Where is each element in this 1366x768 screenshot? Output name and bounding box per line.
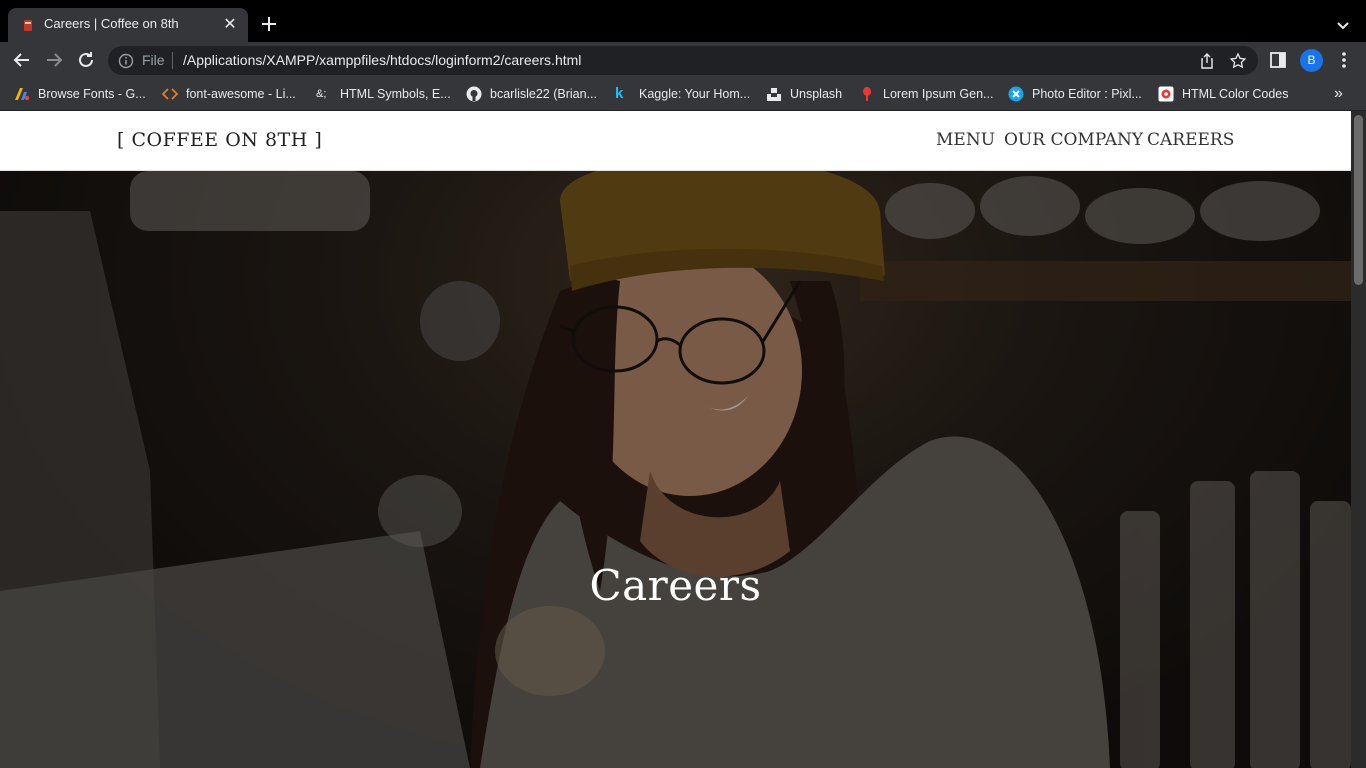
hero-background-photo [0, 171, 1351, 768]
site-header: [ COFFEE ON 8TH ] MENU OUR COMPANY CAREE… [0, 111, 1351, 171]
page-title: Careers [589, 561, 762, 610]
github-icon [466, 86, 482, 102]
bookmark-item[interactable]: &; HTML Symbols, E... [316, 85, 451, 103]
reload-icon[interactable] [74, 48, 98, 72]
browser-tab[interactable]: Careers | Coffee on 8th ✕ [8, 8, 248, 42]
bookmark-label: HTML Symbols, E... [340, 87, 451, 101]
bookmark-item[interactable]: Browse Fonts - G... [14, 85, 146, 103]
hero-banner: Careers [0, 171, 1351, 768]
bookmark-item[interactable]: font-awesome - Li... [162, 85, 296, 103]
bookmark-label: Photo Editor : Pixl... [1032, 87, 1142, 101]
bookmark-item[interactable]: Photo Editor : Pixl... [1008, 85, 1142, 103]
bookmark-label: bcarlisle22 (Brian... [490, 87, 597, 101]
browser-toolbar: File /Applications/XAMPP/xamppfiles/htdo… [0, 42, 1366, 78]
bookmark-label: Unsplash [790, 87, 843, 101]
bookmark-item[interactable]: Unsplash [766, 85, 842, 103]
google-fonts-icon [15, 88, 30, 101]
url-text[interactable]: /Applications/XAMPP/xamppfiles/htdocs/lo… [183, 52, 581, 68]
chevron-down-icon[interactable] [1332, 14, 1354, 36]
divider [172, 52, 173, 69]
close-tab-icon[interactable]: ✕ [220, 15, 240, 35]
share-icon[interactable] [1198, 52, 1216, 70]
nav-link-careers[interactable]: CAREERS [1147, 130, 1234, 150]
bookmark-item[interactable]: HTML Color Codes [1158, 85, 1289, 103]
tab-title: Careers | Coffee on 8th [44, 16, 179, 31]
nav-link-our-company[interactable]: OUR COMPANY [1004, 130, 1143, 150]
star-icon[interactable] [1229, 52, 1247, 70]
forward-icon[interactable] [42, 48, 66, 72]
bookmark-item[interactable]: k Kaggle: Your Hom... [615, 85, 750, 103]
address-bar[interactable]: File /Applications/XAMPP/xamppfiles/htdo… [108, 46, 1258, 75]
bookmark-label: font-awesome - Li... [186, 87, 296, 101]
site-logo[interactable]: [ COFFEE ON 8TH ] [117, 129, 322, 151]
code-icon [162, 88, 178, 100]
lorem-icon [863, 87, 871, 101]
bookmarks-overflow-icon[interactable]: » [1334, 85, 1343, 103]
nav-link-menu[interactable]: MENU [936, 130, 995, 150]
color-codes-icon [1158, 86, 1174, 102]
profile-avatar[interactable]: B [1300, 49, 1323, 72]
pixlr-icon [1008, 86, 1024, 102]
scrollbar[interactable] [1351, 111, 1366, 768]
scrollbar-thumb[interactable] [1354, 115, 1363, 285]
bookmark-label: Kaggle: Your Hom... [639, 87, 751, 101]
bookmark-item[interactable]: Lorem Ipsum Gen... [859, 85, 993, 103]
bookmark-label: Lorem Ipsum Gen... [883, 87, 994, 101]
scheme-label: File [142, 52, 165, 68]
tab-bar: Careers | Coffee on 8th ✕ [0, 0, 1366, 42]
bookmark-label: Browse Fonts - G... [38, 87, 146, 101]
new-tab-icon[interactable] [258, 13, 280, 35]
ampersand-icon: &; [316, 88, 327, 100]
bookmark-item[interactable]: bcarlisle22 (Brian... [466, 85, 597, 103]
unsplash-icon [767, 88, 781, 101]
bookmarks-bar: Browse Fonts - G... font-awesome - Li...… [0, 78, 1366, 111]
back-icon[interactable] [10, 48, 34, 72]
web-page: [ COFFEE ON 8TH ] MENU OUR COMPANY CAREE… [0, 111, 1351, 768]
bookmark-label: HTML Color Codes [1182, 87, 1289, 101]
side-panel-icon[interactable] [1268, 50, 1288, 70]
kaggle-icon: k [615, 85, 624, 102]
cup-icon [24, 20, 32, 31]
info-icon[interactable] [118, 53, 134, 69]
more-options-icon[interactable] [1334, 49, 1354, 71]
